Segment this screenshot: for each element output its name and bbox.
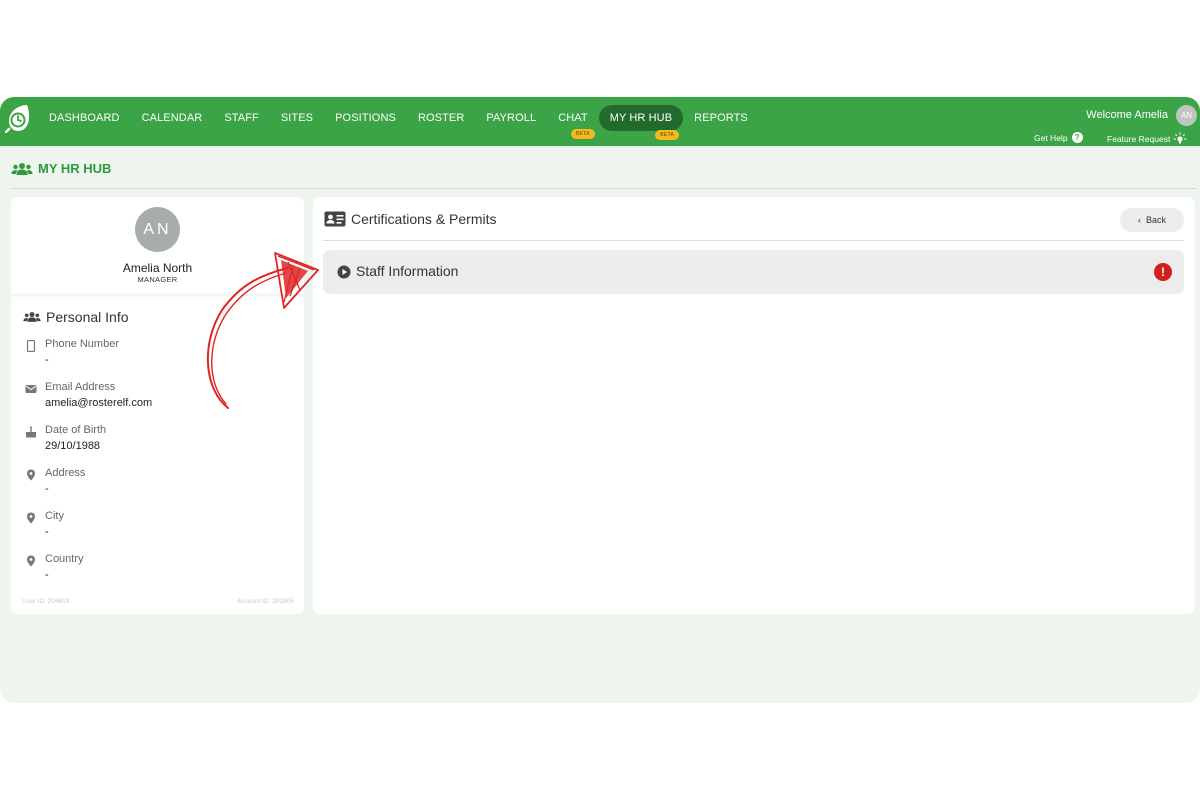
field-value: - [45, 526, 49, 538]
feature-request-label: Feature Request [1107, 134, 1171, 144]
certifications-heading: Certifications & Permits [324, 211, 496, 227]
profile-name: Amelia North [122, 261, 193, 275]
user-id: User ID: 204619 [22, 598, 70, 605]
page-title: MY HR HUB [11, 161, 111, 176]
people-group-icon [11, 162, 33, 175]
nav-dashboard[interactable]: DASHBOARD [38, 106, 131, 130]
nav-calendar-label: CALENDAR [141, 112, 203, 124]
certifications-card: Certifications & Permits ‹ Back Staff In… [313, 197, 1195, 614]
welcome-text: Welcome Amelia [1086, 109, 1168, 121]
get-help-label: Get Help [1034, 132, 1068, 143]
nav-roster-label: ROSTER [417, 112, 465, 124]
nav-roster[interactable]: ROSTER [407, 106, 475, 130]
personal-info-heading: Personal Info [23, 309, 129, 325]
email-icon [25, 385, 37, 393]
profile-role: MANAGER [137, 275, 178, 284]
user-avatar[interactable]: AN [1176, 105, 1197, 126]
location-pin-icon [27, 512, 35, 524]
field-value: - [45, 569, 49, 581]
location-pin-icon [27, 555, 35, 567]
beta-badge: BETA [570, 129, 595, 139]
nav-sites-label: SITES [280, 112, 314, 124]
back-button[interactable]: ‹ Back [1120, 208, 1184, 232]
field-label: City [45, 510, 64, 522]
nav-sites[interactable]: SITES [270, 106, 324, 130]
nav-my-hr-hub[interactable]: MY HR HUB BETA [598, 105, 684, 140]
nav-payroll-label: PAYROLL [486, 112, 537, 124]
account-ids: User ID: 204619 Account ID: 201805 [22, 598, 294, 605]
nav-calendar[interactable]: CALENDAR [131, 106, 214, 130]
nav-staff[interactable]: STAFF [213, 106, 270, 130]
cake-icon [26, 426, 36, 438]
field-label: Date of Birth [45, 424, 107, 436]
staff-information-label: Staff Information [356, 263, 459, 279]
nav-reports-label: REPORTS [694, 112, 748, 124]
personal-info-heading-text: Personal Info [46, 309, 129, 325]
nav-my-hr-hub-label: MY HR HUB [609, 112, 673, 124]
id-card-icon [324, 211, 346, 227]
people-group-icon [23, 312, 41, 322]
lightbulb-icon [1173, 132, 1187, 144]
account-id: Account ID: 201805 [236, 598, 294, 605]
app-window: DASHBOARD CALENDAR STAFF SITES POSITIONS… [0, 97, 1200, 703]
title-divider [11, 188, 1196, 189]
field-value: - [45, 354, 49, 366]
main-nav: DASHBOARD CALENDAR STAFF SITES POSITIONS… [38, 97, 759, 140]
question-icon: ? [1071, 132, 1083, 143]
nav-staff-label: STAFF [224, 112, 259, 124]
profile-card: AN Amelia North MANAGER Personal Info Ph… [11, 197, 304, 614]
nav-reports[interactable]: REPORTS [683, 106, 759, 130]
profile-avatar: AN [135, 207, 180, 252]
nav-chat-label: CHAT [558, 112, 588, 124]
field-label: Email Address [45, 381, 116, 393]
location-pin-icon [27, 469, 35, 481]
nav-chat[interactable]: CHAT BETA [547, 106, 599, 139]
feature-request-link[interactable]: Feature Request [1107, 132, 1187, 146]
staff-information-accordion[interactable]: Staff Information ! [323, 250, 1184, 294]
top-navigation-bar: DASHBOARD CALENDAR STAFF SITES POSITIONS… [0, 97, 1200, 146]
page-title-text: MY HR HUB [38, 161, 112, 176]
phone-icon [26, 340, 36, 352]
beta-badge: BETA [655, 130, 680, 140]
nav-dashboard-label: DASHBOARD [49, 112, 120, 124]
certifications-divider [323, 240, 1184, 241]
get-help-link[interactable]: Get Help ? [1034, 132, 1083, 143]
certifications-title: Certifications & Permits [351, 211, 497, 227]
play-circle-icon [337, 265, 351, 279]
nav-positions[interactable]: POSITIONS [324, 106, 407, 130]
app-logo-icon[interactable] [5, 103, 31, 133]
field-value: 29/10/1988 [45, 440, 101, 452]
nav-payroll[interactable]: PAYROLL [475, 106, 547, 130]
alert-icon: ! [1154, 263, 1172, 281]
back-button-label: Back [1145, 215, 1166, 225]
field-value: amelia@rosterelf.com [45, 397, 153, 409]
field-label: Address [45, 467, 86, 479]
field-label: Phone Number [45, 338, 119, 350]
field-value: - [45, 483, 49, 495]
profile-header: AN Amelia North MANAGER [11, 197, 304, 294]
chevron-left-icon: ‹ [1137, 215, 1141, 225]
field-label: Country [45, 553, 84, 565]
nav-positions-label: POSITIONS [335, 112, 396, 124]
